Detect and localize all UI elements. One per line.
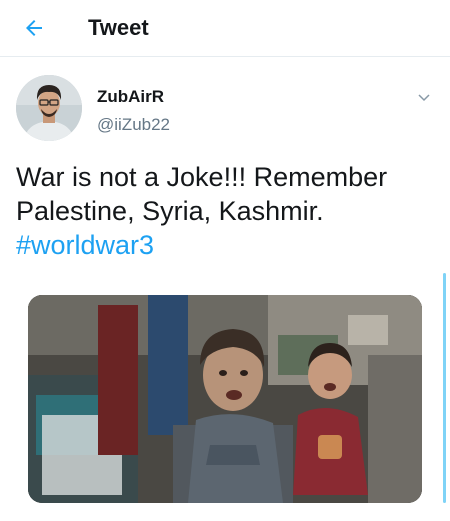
- tweet-text: War is not a Joke!!! Remember Palestine,…: [16, 160, 416, 262]
- arrow-left-icon: [26, 20, 42, 36]
- tweet-text-line: Palestine, Syria, Kashmir.: [16, 196, 324, 226]
- display-name[interactable]: ZubAirR: [97, 87, 164, 107]
- back-button[interactable]: [16, 10, 52, 46]
- top-app-bar: Tweet: [0, 0, 450, 57]
- tweet-media-photo[interactable]: [28, 295, 422, 503]
- page-title: Tweet: [88, 15, 149, 40]
- more-options-button[interactable]: [412, 85, 436, 109]
- hashtag-link[interactable]: #worldwar3: [16, 228, 416, 262]
- scrollbar[interactable]: [443, 273, 446, 503]
- tweet: ZubAirR @iiZub22 War is not a Joke!!! Re…: [0, 57, 450, 503]
- avatar[interactable]: [16, 75, 82, 141]
- avatar-image: [16, 75, 82, 141]
- photo-image: [28, 295, 422, 503]
- tweet-detail-screen: Tweet ZubAirR @iiZub22 War is not a Joke…: [0, 0, 450, 521]
- chevron-down-icon: [418, 94, 430, 102]
- user-handle[interactable]: @iiZub22: [97, 115, 170, 135]
- tweet-text-line: War is not a Joke!!! Remember: [16, 162, 388, 192]
- tweet-author-row: ZubAirR @iiZub22: [0, 57, 450, 147]
